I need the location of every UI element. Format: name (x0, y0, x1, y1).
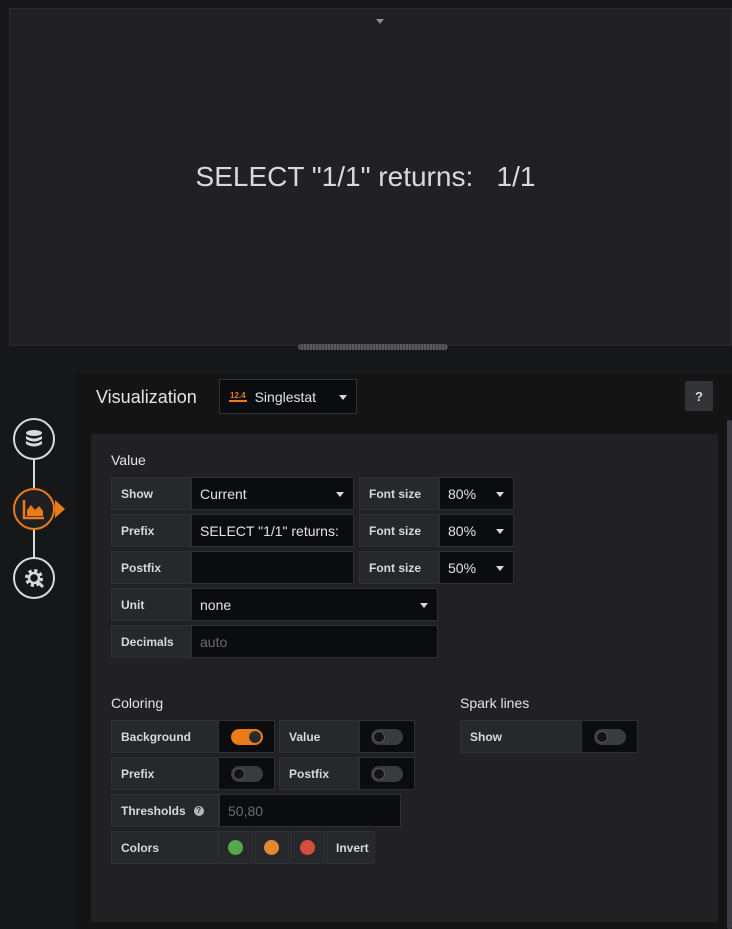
database-icon (26, 430, 42, 447)
prefix-font-size-value: 80% (448, 522, 477, 539)
step-general[interactable] (13, 557, 55, 599)
coloring-section-title: Coloring (111, 695, 164, 711)
show-select-value: Current (200, 485, 247, 502)
unit-select-value: none (200, 596, 232, 613)
visualization-type-picker[interactable]: 12.4 Singlestat (219, 379, 357, 414)
color-dot-warn[interactable] (264, 840, 279, 855)
prefix-font-size-label: Font size (359, 514, 440, 547)
postfix-input[interactable] (191, 551, 354, 584)
value-font-size-value: 80% (448, 485, 477, 502)
value-font-size-select[interactable]: 80% (439, 477, 514, 510)
value-section-title: Value (111, 452, 146, 468)
invert-button[interactable]: Invert (326, 831, 375, 864)
prefix-input[interactable]: SELECT "1/1" returns: (191, 514, 354, 547)
unit-select[interactable]: none (191, 588, 438, 621)
thresholds-label: Thresholds ? (111, 794, 219, 827)
background-toggle[interactable] (230, 728, 263, 745)
postfix-font-size-select[interactable]: 50% (439, 551, 514, 584)
singlestat-icon: 12.4 (229, 391, 247, 402)
chevron-down-icon (420, 603, 428, 608)
background-toggle-box (218, 720, 275, 753)
value-color-label: Value (279, 720, 360, 753)
prefix-font-size-select[interactable]: 80% (439, 514, 514, 547)
postfix-color-toggle[interactable] (371, 765, 403, 782)
step-queries[interactable] (13, 418, 55, 460)
singlestat-value: SELECT "1/1" returns: 1/1 (195, 161, 536, 192)
color-swatch-1 (218, 831, 253, 864)
postfix-font-size-label: Font size (359, 551, 440, 584)
show-label: Show (111, 477, 192, 510)
color-swatch-3 (290, 831, 325, 864)
show-select[interactable]: Current (191, 477, 354, 510)
color-dot-critical[interactable] (300, 840, 315, 855)
visualization-title: Visualization (96, 387, 197, 407)
value-color-toggle-box (359, 720, 415, 753)
value-font-size-label: Font size (359, 477, 440, 510)
prefix-color-toggle[interactable] (230, 765, 263, 782)
visualization-type-value: Singlestat (254, 388, 317, 405)
postfix-color-label: Postfix (279, 757, 360, 790)
color-swatch-2 (254, 831, 289, 864)
active-step-arrow-icon (55, 500, 65, 518)
prefix-color-toggle-box (218, 757, 275, 790)
chart-area-icon (22, 500, 44, 520)
panel-resize-handle[interactable] (298, 344, 448, 350)
spark-show-toggle[interactable] (593, 728, 626, 745)
panel-preview: SELECT "1/1" returns: 1/1 (9, 8, 732, 346)
background-label: Background (111, 720, 219, 753)
colors-label: Colors (111, 831, 219, 864)
prefix-color-label: Prefix (111, 757, 219, 790)
postfix-color-toggle-box (359, 757, 415, 790)
postfix-label: Postfix (111, 551, 192, 584)
decimals-label: Decimals (111, 625, 192, 658)
value-color-toggle[interactable] (371, 728, 403, 745)
chevron-down-icon (496, 529, 504, 534)
color-dot-ok[interactable] (228, 840, 243, 855)
spark-show-toggle-box (581, 720, 638, 753)
decimals-input[interactable]: auto (191, 625, 438, 658)
spark-lines-section-title: Spark lines (460, 695, 530, 711)
spark-show-label: Show (460, 720, 582, 753)
chevron-down-icon (336, 492, 344, 497)
editor-scrollbar[interactable] (727, 420, 732, 929)
panel-menu-caret-icon[interactable] (376, 19, 384, 24)
thresholds-label-text: Thresholds (121, 803, 186, 818)
postfix-font-size-value: 50% (448, 559, 477, 576)
step-visualization[interactable] (13, 488, 55, 530)
prefix-label: Prefix (111, 514, 192, 547)
unit-label: Unit (111, 588, 192, 621)
cog-icon (25, 569, 45, 589)
chevron-down-icon (496, 566, 504, 571)
thresholds-input[interactable]: 50,80 (219, 794, 401, 827)
help-button[interactable]: ? (685, 381, 713, 411)
chevron-down-icon (496, 492, 504, 497)
question-circle-icon[interactable]: ? (193, 805, 204, 816)
chevron-down-icon (339, 395, 347, 400)
